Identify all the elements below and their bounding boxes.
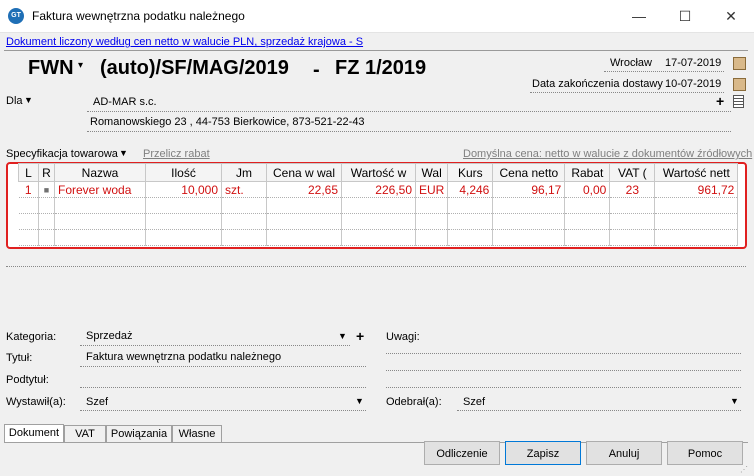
maximize-button[interactable]: ☐: [662, 0, 708, 32]
cell-price-currency[interactable]: 22,65: [266, 181, 342, 198]
plus-icon[interactable]: +: [356, 328, 364, 344]
spec-label[interactable]: Specyfikacja towarowa: [6, 148, 118, 160]
number-separator: -: [313, 59, 320, 81]
cell-value-currency[interactable]: 226,50: [341, 181, 416, 198]
subtitle-field[interactable]: [80, 387, 366, 388]
cancel-button[interactable]: Anuluj: [586, 441, 662, 465]
document-number[interactable]: (auto)/SF/MAG/2019: [100, 57, 289, 80]
recipient-address-underline: [87, 131, 731, 132]
place-underline: [604, 71, 724, 72]
cell-quantity[interactable]: 10,000: [145, 181, 222, 198]
received-by-select[interactable]: Szef: [463, 396, 485, 408]
notes-line-3[interactable]: [386, 387, 741, 388]
chevron-down-icon[interactable]: ▼: [730, 396, 739, 406]
category-label: Kategoria:: [6, 331, 57, 343]
recipient-name-underline: [87, 111, 731, 112]
cell-net-value[interactable]: 961,72: [654, 181, 739, 198]
recipient-name[interactable]: AD-MAR s.c.: [93, 96, 157, 108]
resize-grip-icon[interactable]: ⋰: [740, 465, 748, 474]
issue-date[interactable]: 17-07-2019: [665, 57, 721, 69]
category-underline: [80, 345, 350, 346]
issued-by-select[interactable]: Szef: [86, 396, 108, 408]
cell-discount[interactable]: 0,00: [564, 181, 611, 198]
col-header-vat[interactable]: VAT (: [609, 163, 656, 182]
recalc-discount-link[interactable]: Przelicz rabat: [143, 148, 210, 160]
app-icon: GT: [8, 8, 24, 24]
col-header-currency[interactable]: Wal: [414, 163, 449, 182]
chevron-down-icon[interactable]: ▼: [338, 331, 347, 341]
related-document[interactable]: FZ 1/2019: [335, 57, 426, 80]
cell-r[interactable]: ■: [38, 181, 55, 198]
delivery-date[interactable]: 10-07-2019: [665, 78, 721, 90]
cell-unit[interactable]: szt.: [221, 181, 267, 198]
plus-icon[interactable]: +: [716, 93, 724, 109]
issued-by-underline: [80, 410, 366, 411]
title-field[interactable]: Faktura wewnętrzna podatku należnego: [86, 351, 281, 363]
tab-dokument[interactable]: Dokument: [4, 424, 64, 443]
chevron-down-icon[interactable]: ▼: [24, 95, 33, 105]
col-header-discount[interactable]: Rabat: [564, 163, 611, 182]
calendar-icon[interactable]: [733, 78, 746, 91]
tab-vat[interactable]: VAT: [64, 425, 106, 443]
received-by-underline: [457, 410, 741, 411]
category-select[interactable]: Sprzedaż: [86, 330, 132, 342]
minimize-button[interactable]: —: [616, 0, 662, 32]
cell-currency[interactable]: EUR: [415, 181, 449, 198]
subtitle-label: Podtytuł:: [6, 374, 49, 386]
document-symbol[interactable]: FWN: [28, 57, 74, 80]
col-header-l[interactable]: L: [18, 163, 39, 182]
table-row[interactable]: [18, 197, 739, 214]
table-row[interactable]: 1 ■ Forever woda 10,000 szt. 22,65 226,5…: [18, 181, 739, 198]
recipient-label[interactable]: Dla: [6, 95, 23, 107]
help-button[interactable]: Pomoc: [667, 441, 743, 465]
recipient-address: Romanowskiego 23 , 44-753 Bierkowice, 87…: [90, 116, 365, 128]
col-header-name[interactable]: Nazwa: [54, 163, 146, 182]
col-header-unit[interactable]: Jm: [221, 163, 267, 182]
save-button[interactable]: Zapisz: [505, 441, 581, 465]
table-row[interactable]: [18, 213, 739, 230]
title-label: Tytuł:: [6, 352, 33, 364]
calendar-icon[interactable]: [733, 57, 746, 70]
notes-line-2[interactable]: [386, 370, 741, 371]
close-button[interactable]: ✕: [708, 0, 754, 32]
title-underline: [80, 366, 366, 367]
col-header-net-value[interactable]: Wartość nett: [654, 163, 739, 182]
header-divider: [4, 50, 748, 51]
cell-l[interactable]: 1: [18, 181, 39, 198]
notes-label: Uwagi:: [386, 331, 420, 343]
received-by-label: Odebrał(a):: [386, 396, 442, 408]
document-mode-link[interactable]: Dokument liczony według cen netto w walu…: [6, 36, 363, 48]
tab-wlasne[interactable]: Własne: [172, 425, 222, 443]
cell-rate[interactable]: 4,246: [447, 181, 494, 198]
issued-by-label: Wystawił(a):: [6, 396, 66, 408]
col-header-rate[interactable]: Kurs: [447, 163, 494, 182]
cell-net-price[interactable]: 96,17: [492, 181, 566, 198]
window-title: Faktura wewnętrzna podatku należnego: [32, 9, 245, 23]
tab-powiazania[interactable]: Powiązania: [106, 425, 172, 443]
grid-summary-line: [6, 266, 746, 267]
table-row[interactable]: [18, 229, 739, 246]
chevron-down-icon[interactable]: ▼: [119, 148, 128, 158]
deduction-button[interactable]: Odliczenie: [424, 441, 500, 465]
delivery-date-label: Data zakończenia dostawy: [532, 78, 663, 90]
place-label[interactable]: Wrocław: [610, 57, 652, 69]
default-price-link[interactable]: Domyślna cena: netto w walucie z dokumen…: [463, 148, 752, 160]
col-header-r[interactable]: R: [38, 163, 55, 182]
items-grid[interactable]: L R Nazwa Ilość Jm Cena w wal Wartość w …: [18, 163, 739, 246]
grid-header-row: L R Nazwa Ilość Jm Cena w wal Wartość w …: [18, 163, 739, 182]
list-icon[interactable]: [733, 95, 744, 108]
notes-line-1[interactable]: [386, 353, 741, 354]
col-header-price-currency[interactable]: Cena w wal: [266, 163, 342, 182]
delivery-underline: [530, 92, 724, 93]
col-header-net-price[interactable]: Cena netto: [492, 163, 566, 182]
chevron-down-icon[interactable]: ▾: [78, 60, 83, 71]
cell-name[interactable]: Forever woda: [54, 181, 146, 198]
cell-vat[interactable]: 23: [609, 181, 656, 198]
col-header-quantity[interactable]: Ilość: [145, 163, 222, 182]
chevron-down-icon[interactable]: ▼: [355, 396, 364, 406]
col-header-value-currency[interactable]: Wartość w: [341, 163, 416, 182]
